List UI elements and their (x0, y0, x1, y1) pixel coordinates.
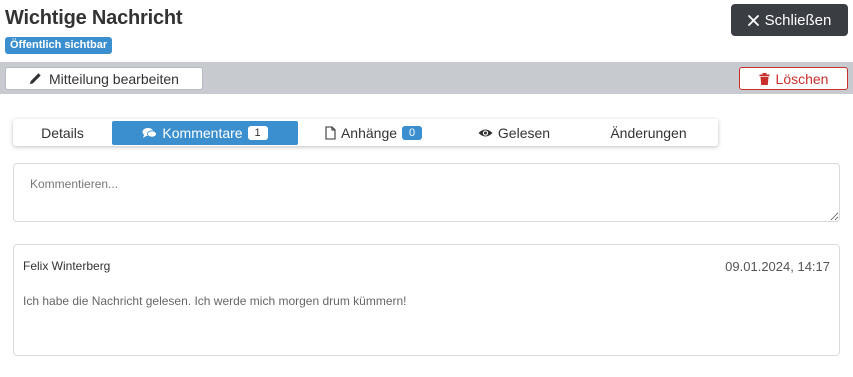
toolbar: Mitteilung bearbeiten Löschen (0, 62, 853, 94)
delete-button[interactable]: Löschen (739, 67, 848, 90)
file-icon (325, 125, 336, 140)
attachments-count-badge: 0 (402, 125, 423, 140)
delete-label: Löschen (775, 70, 829, 87)
close-label: Schließen (764, 11, 832, 29)
trash-icon (759, 72, 770, 85)
tab-label: Kommentare (162, 125, 243, 141)
comments-icon (142, 127, 158, 139)
comment-text: Ich habe die Nachricht gelesen. Ich werd… (23, 294, 407, 308)
comment-input[interactable] (14, 164, 839, 221)
comment-card: Felix Winterberg 09.01.2024, 14:17 Ich h… (13, 244, 840, 356)
comment-field-container (13, 163, 840, 222)
edit-message-label: Mitteilung bearbeiten (49, 70, 179, 87)
tab-changes[interactable]: Änderungen (579, 119, 718, 146)
comment-date: 09.01.2024, 14:17 (725, 259, 830, 274)
visibility-badge: Öffentlich sichtbar (5, 37, 113, 54)
tab-label: Anhänge (340, 124, 398, 141)
page-header: Wichtige Nachricht Öffentlich sichtbar S… (0, 0, 853, 62)
tab-details[interactable]: Details (13, 119, 112, 146)
comment-author: Felix Winterberg (23, 259, 111, 273)
comments-count-badge: 1 (247, 126, 268, 140)
tab-read[interactable]: Gelesen (449, 119, 579, 146)
tab-label: Gelesen (497, 124, 551, 141)
tab-label: Details (41, 124, 84, 141)
close-button[interactable]: Schließen (731, 4, 848, 36)
tab-comments[interactable]: Kommentare 1 (112, 121, 298, 145)
edit-message-button[interactable]: Mitteilung bearbeiten (5, 67, 203, 90)
tab-label: Änderungen (610, 124, 687, 141)
eye-icon (478, 128, 493, 138)
tab-attachments[interactable]: Anhänge 0 (298, 119, 449, 146)
page-title: Wichtige Nachricht (5, 7, 183, 29)
pencil-icon (29, 72, 42, 85)
times-icon (747, 14, 759, 26)
tab-bar: Details Kommentare 1 Anhänge 0 Gelesen Ä… (13, 119, 718, 146)
